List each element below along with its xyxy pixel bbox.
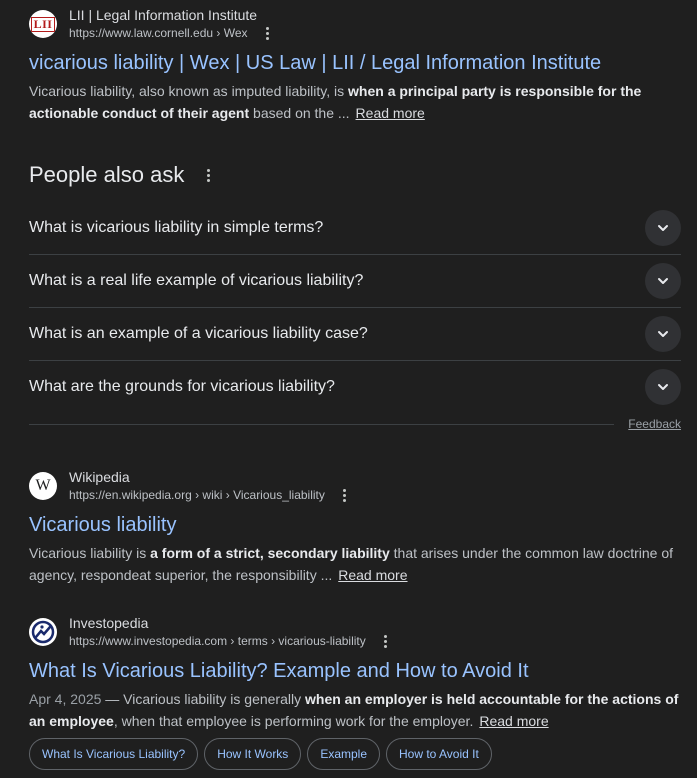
snippet-text: Vicarious liability, also known as imput… [29, 83, 349, 99]
sitelink-chip[interactable]: What Is Vicarious Liability? [29, 738, 199, 770]
lii-logo-icon: LII [29, 10, 57, 38]
snippet-text: , when that employee is performing work … [113, 713, 474, 729]
snippet-highlight: a form of a strict, secondary liability [150, 545, 390, 561]
paa-question-text: What are the grounds for vicarious liabi… [29, 378, 335, 395]
lii-logo-text: LII [30, 16, 56, 32]
site-name: Wikipedia [69, 469, 130, 485]
result-title-link[interactable]: Vicarious liability [29, 512, 681, 538]
site-name: LII | Legal Information Institute [69, 7, 258, 23]
paa-question-text: What is vicarious liability in simple te… [29, 219, 324, 236]
divider [29, 423, 615, 425]
snippet-text: — Vicarious liability is generally [101, 691, 305, 707]
people-also-ask-title: People also ask [29, 162, 185, 187]
site-url: https://en.wikipedia.org › wiki › Vicari… [69, 488, 325, 502]
paa-question-text: What is an example of a vicarious liabil… [29, 325, 368, 342]
sitelink-chip[interactable]: How It Works [204, 738, 302, 770]
chevron-down-icon[interactable] [645, 316, 681, 352]
paa-question[interactable]: What is an example of a vicarious liabil… [29, 308, 681, 361]
chevron-down-icon[interactable] [645, 369, 681, 405]
paa-question[interactable]: What are the grounds for vicarious liabi… [29, 361, 681, 413]
people-also-ask: People also ask What is vicarious liabil… [29, 156, 681, 431]
site-url: https://www.investopedia.com › terms › v… [69, 634, 366, 648]
feedback-link[interactable]: Feedback [628, 417, 681, 431]
sitelink-chip[interactable]: Example [307, 738, 380, 770]
search-result-investopedia: Investopedia https://www.investopedia.co… [29, 612, 681, 770]
result-snippet: Apr 4, 2025 — Vicarious liability is gen… [29, 688, 681, 732]
read-more-link[interactable]: Read more [356, 105, 425, 121]
chevron-down-icon[interactable] [645, 210, 681, 246]
result-title-link[interactable]: vicarious liability | Wex | US Law | LII… [29, 50, 681, 76]
more-options-icon[interactable] [260, 24, 276, 42]
site-url: https://www.law.cornell.edu › Wex [69, 26, 248, 40]
sitelink-chip[interactable]: How to Avoid It [386, 738, 492, 770]
snippet-text: Vicarious liability is [29, 545, 151, 561]
paa-question[interactable]: What is a real life example of vicarious… [29, 255, 681, 308]
result-source[interactable]: LII LII | Legal Information Institute ht… [29, 4, 681, 44]
snippet-text: based on the ... [249, 105, 350, 121]
wikipedia-logo-text: W [35, 477, 51, 494]
wikipedia-logo-icon: W [29, 472, 57, 500]
result-source[interactable]: Investopedia https://www.investopedia.co… [29, 612, 681, 652]
paa-question[interactable]: What is vicarious liability in simple te… [29, 202, 681, 255]
search-result-lii: LII LII | Legal Information Institute ht… [29, 4, 681, 124]
more-options-icon[interactable] [337, 486, 353, 504]
more-options-icon[interactable] [378, 632, 394, 650]
result-date: Apr 4, 2025 [29, 691, 102, 707]
chevron-down-icon[interactable] [645, 263, 681, 299]
sitelink-chips: What Is Vicarious Liability? How It Work… [29, 738, 681, 770]
result-source[interactable]: W Wikipedia https://en.wikipedia.org › w… [29, 466, 681, 506]
result-title-link[interactable]: What Is Vicarious Liability? Example and… [29, 658, 681, 684]
result-snippet: Vicarious liability, also known as imput… [29, 80, 681, 124]
paa-question-text: What is a real life example of vicarious… [29, 272, 364, 289]
result-snippet: Vicarious liability is a form of a stric… [29, 542, 681, 586]
read-more-link[interactable]: Read more [338, 567, 407, 583]
read-more-link[interactable]: Read more [479, 713, 548, 729]
more-options-icon[interactable] [200, 166, 216, 184]
site-name: Investopedia [69, 615, 149, 631]
investopedia-logo-icon [29, 618, 57, 646]
search-result-wikipedia: W Wikipedia https://en.wikipedia.org › w… [29, 466, 681, 586]
